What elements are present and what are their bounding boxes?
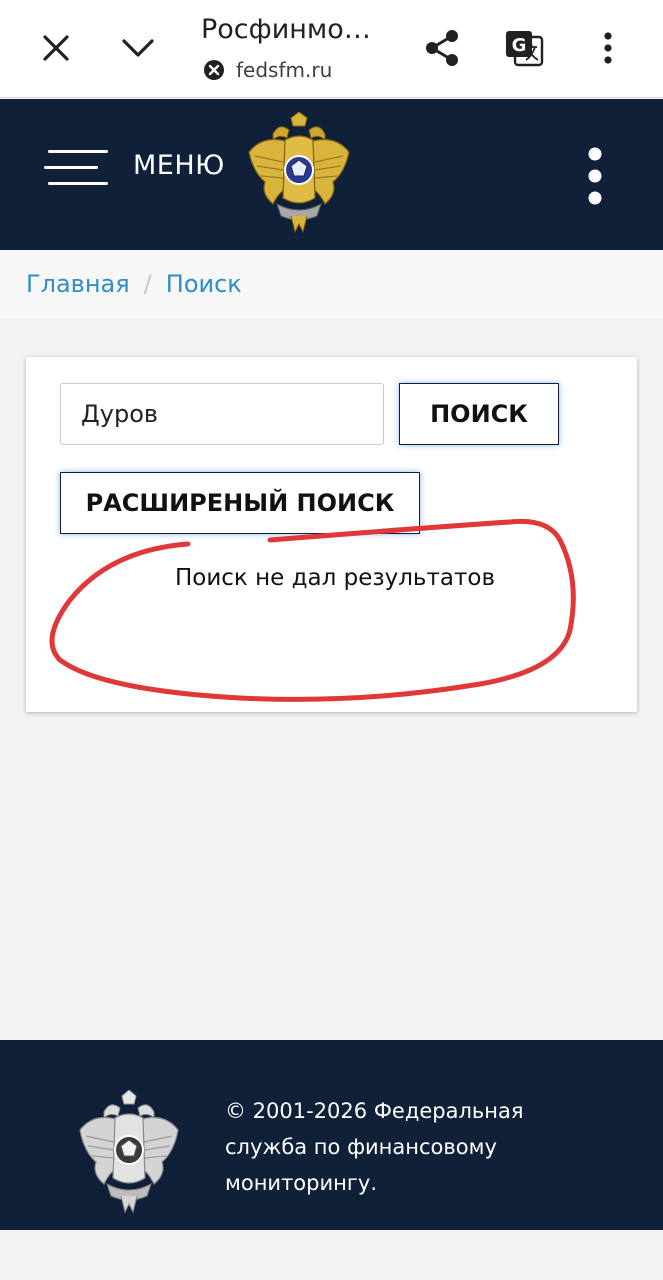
menu-label[interactable]: МЕНЮ bbox=[133, 150, 225, 181]
advanced-search-button[interactable]: РАСШИРЕНЫЙ ПОИСК bbox=[60, 472, 420, 534]
breadcrumb-search-link[interactable]: Поиск bbox=[166, 270, 242, 298]
translate-icon[interactable]: G bbox=[498, 24, 550, 72]
more-vertical-icon[interactable] bbox=[582, 24, 634, 72]
site-info-icon[interactable] bbox=[204, 60, 224, 80]
close-icon[interactable] bbox=[30, 24, 82, 72]
svg-text:G: G bbox=[512, 35, 527, 56]
footer-emblem-logo-icon bbox=[79, 1090, 179, 1214]
emblem-logo-icon[interactable] bbox=[243, 112, 355, 234]
breadcrumb: Главная / Поиск bbox=[26, 270, 242, 298]
chevron-down-icon[interactable] bbox=[112, 24, 164, 72]
no-results-message: Поиск не дал результатов bbox=[174, 565, 496, 591]
url-text[interactable]: fedsfm.ru bbox=[236, 58, 332, 82]
browser-toolbar: Росфинмо… fedsfm.ru G bbox=[0, 0, 663, 98]
more-vertical-icon[interactable] bbox=[574, 144, 616, 208]
hamburger-menu-icon[interactable] bbox=[44, 148, 108, 188]
search-button[interactable]: ПОИСК bbox=[399, 383, 559, 445]
page-title: Росфинмо… bbox=[201, 14, 371, 45]
breadcrumb-home-link[interactable]: Главная bbox=[26, 270, 130, 298]
footer-copyright: © 2001-2026 Федеральная служба по финанс… bbox=[225, 1099, 524, 1195]
share-icon[interactable] bbox=[416, 24, 468, 72]
search-input[interactable] bbox=[60, 383, 384, 445]
breadcrumb-separator: / bbox=[143, 270, 152, 298]
bottom-band bbox=[0, 1230, 663, 1280]
